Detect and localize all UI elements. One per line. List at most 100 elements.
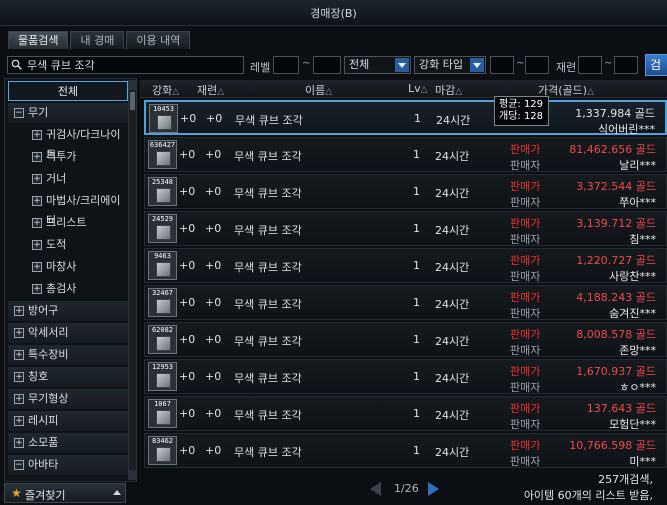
sidebar-item[interactable]: + 방어구 [8, 301, 128, 321]
cube-icon [156, 151, 171, 166]
header-refine[interactable]: 재련△ [197, 82, 224, 98]
scroll-down-button[interactable] [129, 470, 137, 480]
table-row[interactable]: 32467 +0 +0 무색 큐브 조각 1 24시간 판매가 판매자 4,188.243 골드… [144, 285, 667, 320]
table-row[interactable]: 10453 +0 +0 무색 큐브 조각 1 24시간 1,337.984 골드 식어버린**… [144, 100, 667, 136]
collapse-icon[interactable]: − [14, 460, 24, 470]
price-value: 4,188.243 골드 [576, 291, 656, 304]
sidebar-item[interactable]: + 마법사/크리에이터 [8, 191, 128, 227]
enhance-value: +0 [179, 222, 196, 235]
tab-my-auction[interactable]: 내 경매 [70, 31, 125, 49]
stack-count: 9463 [154, 252, 171, 260]
sidebar-item[interactable]: + 도적 [8, 235, 128, 255]
table-row[interactable]: 12953 +0 +0 무색 큐브 조각 1 24시간 판매가 판매자 1,670.937 골드… [144, 359, 667, 394]
table-row[interactable]: 62082 +0 +0 무색 큐브 조각 1 24시간 판매가 판매자 8,008.578 골드… [144, 322, 667, 357]
sidebar-item-label: 칭호 [28, 370, 49, 383]
table-row[interactable]: 83462 +0 +0 무색 큐브 조각 1 24시간 판매가 판매자 10,766.598 골… [144, 433, 667, 468]
tab-bar: 물품검색 내 경매 이용 내역 [8, 31, 191, 49]
expand-icon[interactable]: + [14, 350, 24, 360]
header-level[interactable]: Lv△ [408, 82, 428, 95]
chevron-down-icon [470, 58, 484, 72]
deadline-value: 24시간 [435, 261, 470, 274]
header-enhance[interactable]: 강화△ [152, 82, 179, 98]
enhance-value: +0 [179, 185, 196, 198]
item-level: 1 [413, 222, 420, 235]
enhance-type-select[interactable]: 강화 타입 [414, 56, 486, 74]
expand-icon[interactable]: + [32, 240, 42, 250]
seller-label: 판매자 [510, 418, 541, 431]
sidebar-item[interactable]: − 아바타 [8, 455, 128, 475]
sidebar-item-label: 무기 [28, 106, 49, 119]
expand-icon[interactable]: + [14, 394, 24, 404]
item-name: 무색 큐브 조각 [234, 298, 302, 311]
sort-icon: △ [172, 87, 180, 97]
refine-max-input[interactable] [614, 56, 638, 74]
expand-icon[interactable]: + [32, 174, 42, 184]
table-row[interactable]: 636427 +0 +0 무색 큐브 조각 1 24시간 판매가 판매자 81,462.656 … [144, 137, 667, 172]
sidebar-item[interactable]: + 귀검사/다크나이트 [8, 125, 128, 161]
sidebar-item[interactable]: + 소모품 [8, 433, 128, 453]
table-row[interactable]: 1067 +0 +0 무색 큐브 조각 1 24시간 판매가 판매자 137.643 골드 모험단… [144, 396, 667, 431]
search-field[interactable] [7, 56, 244, 74]
sidebar-item[interactable]: + 프리스트 [8, 213, 128, 233]
sidebar-item[interactable]: + 특수장비 [8, 345, 128, 365]
price-tooltip: 평균: 129 개당: 128 [494, 96, 549, 126]
header-deadline[interactable]: 마감△ [435, 82, 462, 98]
expand-icon[interactable]: + [32, 152, 42, 162]
expand-icon[interactable]: + [14, 438, 24, 448]
table-row[interactable]: 25348 +0 +0 무색 큐브 조각 1 24시간 판매가 판매자 3,372.544 골드… [144, 174, 667, 209]
sidebar-item[interactable]: − 무기 [8, 103, 128, 123]
expand-icon[interactable]: + [14, 416, 24, 426]
refine-min-input[interactable] [578, 56, 602, 74]
stack-count: 12953 [151, 363, 174, 371]
cube-fragment-icon: 32467 [148, 288, 177, 317]
level-max-input[interactable] [313, 56, 341, 74]
expand-icon[interactable]: + [14, 306, 24, 316]
sidebar-item[interactable]: 전체 [8, 81, 128, 101]
sidebar-item[interactable]: + 격투가 [8, 147, 128, 167]
tab-item-search[interactable]: 물품검색 [8, 31, 69, 49]
header-name[interactable]: 이름△ [305, 82, 332, 98]
expand-icon[interactable]: + [32, 130, 42, 140]
favorites-button[interactable]: ★ 즐겨찾기 [4, 483, 126, 503]
sort-icon: △ [587, 87, 594, 97]
sidebar-item[interactable]: + 레시피 [8, 411, 128, 431]
tab-history[interactable]: 이용 내역 [126, 31, 191, 49]
price-value: 3,139.712 골드 [576, 217, 656, 230]
sidebar-item-label: 거너 [46, 172, 67, 185]
enhance-max-input[interactable] [525, 56, 549, 74]
sale-price-label: 판매가 [510, 143, 541, 156]
search-button[interactable]: 검 [645, 54, 667, 76]
expand-icon[interactable]: + [14, 372, 24, 382]
deadline-value: 24시간 [435, 298, 470, 311]
sidebar-item[interactable]: + 마창사 [8, 257, 128, 277]
expand-icon[interactable]: + [32, 218, 42, 228]
sidebar-scrollbar[interactable] [128, 80, 137, 480]
sidebar-item[interactable]: + 악세서리 [8, 323, 128, 343]
scroll-thumb[interactable] [130, 92, 135, 110]
cube-icon [156, 336, 171, 351]
collapse-icon[interactable]: − [14, 108, 24, 118]
category-select[interactable]: 전체 [344, 56, 411, 74]
sidebar-item[interactable]: + 무기형상 [8, 389, 128, 409]
sidebar-item-label: 격투가 [46, 150, 77, 163]
expand-icon[interactable]: + [32, 262, 42, 272]
level-min-input[interactable] [273, 56, 299, 74]
enhance-min-input[interactable] [490, 56, 514, 74]
sidebar-item-label: 전체 [57, 85, 79, 98]
cube-icon [156, 373, 171, 388]
sidebar-item[interactable]: + 총검사 [8, 279, 128, 299]
cube-fragment-icon: 62082 [148, 325, 177, 354]
sidebar-item[interactable]: + 거너 [8, 169, 128, 189]
next-page-icon[interactable] [428, 482, 439, 496]
scroll-up-button[interactable] [129, 80, 137, 90]
search-input[interactable] [27, 58, 241, 72]
expand-icon[interactable]: + [32, 284, 42, 294]
table-row[interactable]: 24529 +0 +0 무색 큐브 조각 1 24시간 판매가 판매자 3,139.712 골드… [144, 211, 667, 246]
expand-icon[interactable]: + [14, 328, 24, 338]
deadline-value: 24시간 [435, 446, 470, 459]
cube-fragment-icon: 9463 [148, 251, 177, 280]
sidebar-item[interactable]: + 칭호 [8, 367, 128, 387]
expand-icon[interactable]: + [32, 196, 42, 206]
table-row[interactable]: 9463 +0 +0 무색 큐브 조각 1 24시간 판매가 판매자 1,220.727 골드 사… [144, 248, 667, 283]
prev-page-icon[interactable] [370, 482, 381, 496]
